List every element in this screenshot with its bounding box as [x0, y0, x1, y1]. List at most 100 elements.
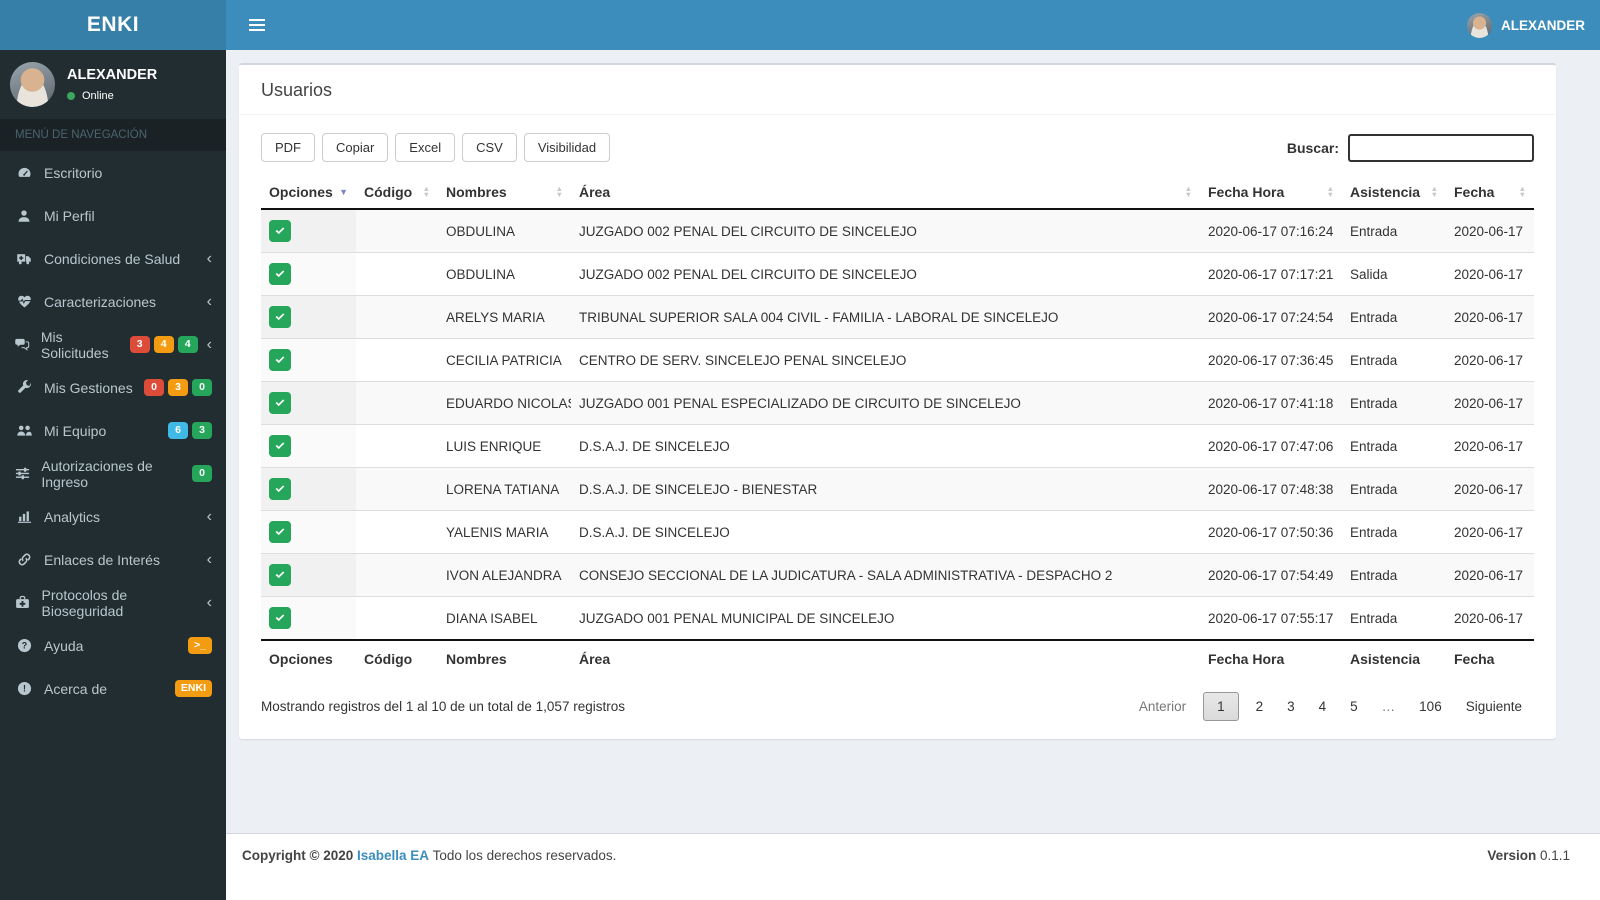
cell-nombres: OBDULINA: [438, 252, 571, 296]
row-checkbox[interactable]: [269, 349, 291, 371]
sidebar-item-ayuda[interactable]: ? Ayuda >_: [0, 624, 226, 667]
cell-fecha: 2020-06-17: [1446, 338, 1534, 382]
navbar-user-avatar: [1466, 12, 1492, 38]
cell-asistencia: Salida: [1342, 252, 1446, 296]
sidebar-item-condiciones-de-salud[interactable]: Condiciones de Salud ‹: [0, 237, 226, 280]
column-header-codigo[interactable]: Código ▲ ▼: [356, 176, 438, 210]
pagination-page-3[interactable]: 3: [1275, 693, 1307, 720]
brand-logo[interactable]: ENKI: [0, 0, 226, 50]
row-checkbox[interactable]: [269, 392, 291, 414]
version-text: Version 0.1.1: [1487, 848, 1570, 863]
cell-opciones: [261, 209, 356, 253]
cell-opciones: [261, 553, 356, 597]
cell-area: JUZGADO 001 PENAL ESPECIALIZADO DE CIRCU…: [571, 381, 1200, 425]
export-button-excel[interactable]: Excel: [395, 133, 456, 162]
cell-fecha-hora: 2020-06-17 07:24:54: [1200, 295, 1342, 339]
cell-area: D.S.A.J. DE SINCELEJO: [571, 424, 1200, 468]
sidebar-item-mi-equipo[interactable]: Mi Equipo 6 3: [0, 409, 226, 452]
column-header-nombres[interactable]: Nombres ▲ ▼: [438, 176, 571, 210]
pagination-page-5[interactable]: 5: [1338, 693, 1370, 720]
table-footer: Mostrando registros del 1 al 10 de un to…: [261, 677, 1534, 721]
row-checkbox[interactable]: [269, 607, 291, 629]
cell-fecha-hora: 2020-06-17 07:17:21: [1200, 252, 1342, 296]
sidebar-item-autorizaciones-de-ingreso[interactable]: Autorizaciones de Ingreso 0: [0, 452, 226, 495]
column-label: Fecha: [1454, 184, 1495, 200]
cell-nombres: CECILIA PATRICIA: [438, 338, 571, 382]
menu-badge: 0: [144, 379, 164, 396]
menu-item-extras: ‹: [202, 550, 212, 568]
table-row: LUIS ENRIQUE D.S.A.J. DE SINCELEJO 2020-06…: [261, 424, 1534, 468]
cell-area: JUZGADO 002 PENAL DEL CIRCUITO DE SINCEL…: [579, 223, 917, 239]
sidebar-item-acerca-de[interactable]: ! Acerca de ENKI: [0, 667, 226, 710]
row-checkbox[interactable]: [269, 435, 291, 457]
cell-opciones: [261, 596, 356, 640]
sidebar-item-mis-gestiones[interactable]: Mis Gestiones 0 3 0: [0, 366, 226, 409]
sidebar-item-caracterizaciones[interactable]: Caracterizaciones ‹: [0, 280, 226, 323]
cell-area: TRIBUNAL SUPERIOR SALA 004 CIVIL - FAMIL…: [571, 295, 1200, 339]
search-label: Buscar:: [1286, 139, 1339, 156]
pagination-previous[interactable]: Anterior: [1127, 693, 1198, 720]
sidebar-item-mis-solicitudes[interactable]: Mis Solicitudes 3 4 4 ‹: [0, 323, 226, 366]
cell-opciones: [261, 295, 356, 339]
export-button-csv[interactable]: CSV: [462, 133, 517, 162]
version-value: 0.1.1: [1539, 848, 1570, 863]
row-checkbox[interactable]: [269, 478, 291, 500]
sidebar-item-escritorio[interactable]: Escritorio: [0, 151, 226, 194]
sidebar-item-label: Enlaces de Interés: [44, 551, 160, 568]
navbar-main: ALEXANDER: [226, 0, 1600, 50]
sidebar-toggle-button[interactable]: [241, 14, 273, 36]
export-button-visibilidad[interactable]: Visibilidad: [523, 133, 611, 162]
cell-nombres: IVON ALEJANDRA: [438, 553, 571, 597]
column-header-opciones[interactable]: Opciones ▼: [261, 176, 356, 210]
column-header-area[interactable]: Área ▲ ▼: [571, 176, 1200, 210]
pagination-page-2[interactable]: 2: [1244, 693, 1276, 720]
table-body: OBDULINA JUZGADO 002 PENAL DEL CIRCUITO D…: [261, 209, 1534, 640]
sort-icon: ▲ ▼: [1518, 183, 1526, 199]
sidebar-item-label: Escritorio: [44, 164, 103, 181]
navbar-username: ALEXANDER: [1500, 17, 1585, 33]
chevron-left-icon: ‹: [206, 550, 212, 568]
cell-codigo: [356, 510, 438, 554]
column-header-fecha[interactable]: Fecha ▲ ▼: [1446, 176, 1534, 210]
row-checkbox[interactable]: [269, 521, 291, 543]
pagination-page-4[interactable]: 4: [1307, 693, 1339, 720]
cell-nombres: OBDULINA: [446, 223, 516, 239]
menu-item-extras: 63: [168, 422, 212, 439]
row-checkbox[interactable]: [269, 306, 291, 328]
export-button-pdf[interactable]: PDF: [261, 133, 315, 162]
version-label: Version: [1487, 848, 1537, 863]
sidebar-item-label: Acerca de: [44, 680, 108, 697]
row-checkbox[interactable]: [269, 220, 291, 242]
sidebar-item-enlaces-de-interes[interactable]: Enlaces de Interés ‹: [0, 538, 226, 581]
export-buttons: PDF Copiar Excel CSV Visibilidad: [261, 133, 617, 162]
column-header-fecha_hora[interactable]: Fecha Hora ▲ ▼: [1200, 176, 1342, 210]
pagination-page-1[interactable]: 1: [1203, 692, 1239, 721]
sidebar-item-label: Caracterizaciones: [44, 293, 157, 310]
table-row: DIANA ISABEL JUZGADO 001 PENAL MUNICIPAL …: [261, 596, 1534, 640]
export-button-copiar[interactable]: Copiar: [322, 133, 389, 162]
row-checkbox[interactable]: [269, 263, 291, 285]
footer-column-codigo: Código: [356, 639, 438, 677]
sidebar-username: ALEXANDER: [67, 67, 158, 83]
menu-item-extras: ENKI: [174, 680, 212, 697]
pagination-next[interactable]: Siguiente: [1454, 693, 1534, 720]
search-input[interactable]: [1348, 133, 1534, 162]
medkit-icon: [14, 595, 32, 610]
navbar-user-menu[interactable]: ALEXANDER: [1466, 12, 1585, 38]
menu-badge: 6: [168, 422, 188, 439]
isabella-link[interactable]: Isabella EA: [357, 848, 429, 863]
column-header-asistencia[interactable]: Asistencia ▲ ▼: [1342, 176, 1446, 210]
menu-item-extras: 3 4 4 ‹: [129, 336, 212, 353]
row-checkbox[interactable]: [269, 564, 291, 586]
menu-item-extras: 0: [192, 465, 212, 482]
user-status[interactable]: Online: [67, 90, 157, 102]
table-row: ARELYS MARIA TRIBUNAL SUPERIOR SALA 004 C…: [261, 295, 1534, 339]
sidebar-item-label: Mis Solicitudes: [40, 328, 109, 361]
sidebar-item-mi-perfil[interactable]: Mi Perfil: [0, 194, 226, 237]
pagination-page-106[interactable]: 106: [1407, 693, 1454, 720]
cell-fecha-hora: 2020-06-17 07:54:49: [1200, 553, 1342, 597]
sidebar-item-analytics[interactable]: Analytics ‹: [0, 495, 226, 538]
wrench-icon: [14, 380, 34, 395]
box-body: PDF Copiar Excel CSV Visibilidad Buscar: Opc…: [239, 115, 1556, 739]
sidebar-item-protocolos-de-bioseguridad[interactable]: Protocolos de Bioseguridad ‹: [0, 581, 226, 624]
